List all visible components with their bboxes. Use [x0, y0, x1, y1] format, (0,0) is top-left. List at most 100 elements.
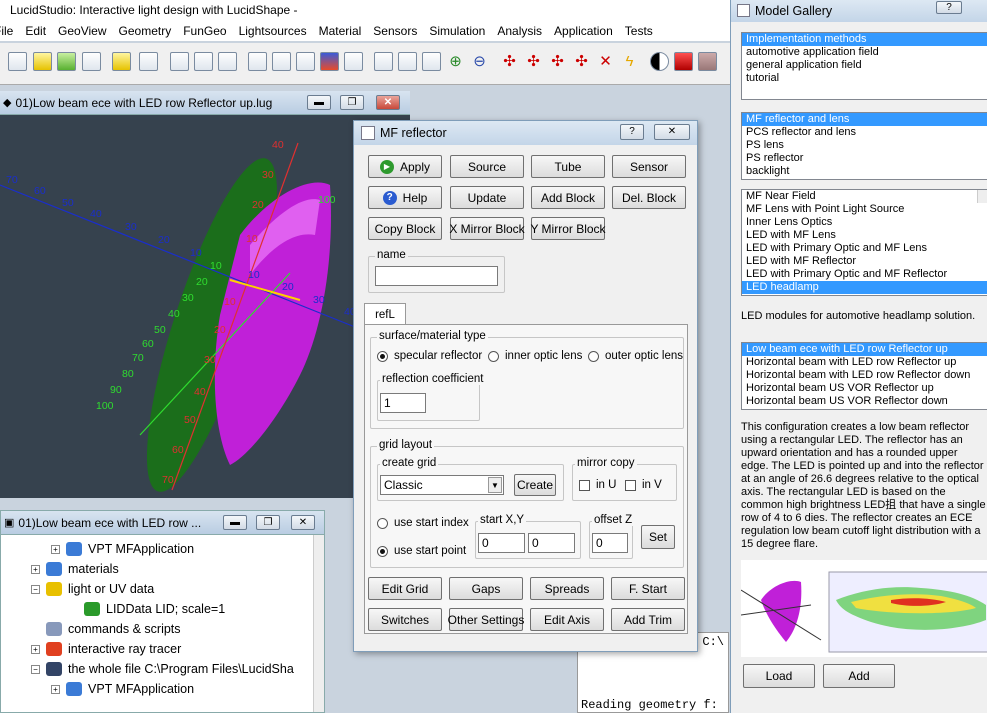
list-item[interactable]: PS lens: [742, 139, 987, 152]
list-item[interactable]: Horizontal beam with LED row Reflector u…: [742, 356, 987, 369]
menu-lightsources[interactable]: Lightsources: [233, 24, 313, 38]
tree-item[interactable]: + VPT MFApplication: [51, 539, 194, 559]
add-block-button[interactable]: Add Block: [531, 186, 605, 209]
tree-item[interactable]: + interactive ray tracer: [31, 639, 181, 659]
sensor-button[interactable]: Sensor: [612, 155, 686, 178]
name-input[interactable]: [375, 266, 498, 286]
radio-use-start-index[interactable]: use start index: [377, 517, 469, 529]
axis-tool-icon[interactable]: ✣: [500, 52, 519, 71]
menu-tests[interactable]: Tests: [619, 24, 659, 38]
tree-minimize-button[interactable]: ▬: [223, 515, 247, 530]
radio-outer-optic-lens[interactable]: outer optic lens: [588, 350, 683, 362]
list-item[interactable]: Implementation methods: [742, 33, 987, 46]
other-settings-button[interactable]: Other Settings: [448, 608, 524, 631]
list-item[interactable]: LED with MF Reflector: [742, 255, 987, 268]
close-button[interactable]: ✕: [376, 95, 400, 110]
window-cascade-icon[interactable]: [170, 52, 189, 71]
tree-item[interactable]: + materials: [31, 559, 119, 579]
start-y-input[interactable]: 0: [528, 533, 575, 553]
list-item[interactable]: Horizontal beam US VOR Reflector up: [742, 382, 987, 395]
zoom-box-icon[interactable]: [422, 52, 441, 71]
tree-close-button[interactable]: ✕: [291, 515, 315, 530]
tree-item[interactable]: LIDData LID; scale=1: [69, 599, 225, 619]
menu-file[interactable]: File: [0, 24, 19, 38]
menu-simulation[interactable]: Simulation: [423, 24, 491, 38]
tree-scrollbar[interactable]: [313, 535, 324, 712]
chevron-down-icon[interactable]: ▼: [488, 477, 502, 493]
list-item[interactable]: Inner Lens Optics: [742, 216, 987, 229]
start-x-input[interactable]: 0: [478, 533, 525, 553]
list-item[interactable]: automotive application field: [742, 46, 987, 59]
radio-use-start-point[interactable]: use start point: [377, 545, 466, 557]
model-type-scrollbar[interactable]: [977, 190, 987, 203]
menu-fungeo[interactable]: FunGeo: [177, 24, 232, 38]
edit-axis-button[interactable]: Edit Axis: [530, 608, 604, 631]
radio-specular-reflector[interactable]: specular reflector: [377, 350, 482, 362]
list-item[interactable]: Horizontal beam with LED row Reflector d…: [742, 369, 987, 382]
list-item[interactable]: Low beam ece with LED row Reflector up: [742, 343, 987, 356]
list-item[interactable]: MF reflector and lens: [742, 113, 987, 126]
folder-icon[interactable]: [112, 52, 131, 71]
window-tile-horizontal-icon[interactable]: [218, 52, 237, 71]
x-mirror-block-button[interactable]: X Mirror Block: [449, 217, 525, 240]
menu-geometry[interactable]: Geometry: [113, 24, 178, 38]
list-item[interactable]: Horizontal beam US VOR Reflector down: [742, 395, 987, 408]
move-icon[interactable]: ✣: [572, 52, 591, 71]
expand-toggle-icon[interactable]: +: [51, 684, 60, 694]
switches-button[interactable]: Switches: [368, 608, 442, 631]
tree-item[interactable]: commands & scripts: [31, 619, 181, 639]
dialog-close-button[interactable]: ✕: [654, 124, 690, 140]
expand-toggle-icon[interactable]: +: [31, 644, 40, 654]
list-item[interactable]: LED with Primary Optic and MF Reflector: [742, 268, 987, 281]
list-item[interactable]: backlight: [742, 165, 987, 178]
help-button[interactable]: ? Help: [368, 186, 442, 209]
expand-toggle-icon[interactable]: +: [51, 544, 60, 554]
offset-z-input[interactable]: 0: [592, 533, 628, 553]
texture-icon[interactable]: [698, 52, 717, 71]
menu-edit[interactable]: Edit: [19, 24, 52, 38]
menu-material[interactable]: Material: [313, 24, 368, 38]
gallery-model-type-list[interactable]: MF Near Field MF Lens with Point Light So…: [741, 189, 987, 296]
tree-item[interactable]: − light or UV data: [31, 579, 154, 599]
tree-item[interactable]: − the whole file C:\Program Files\LucidSh…: [31, 659, 294, 679]
add-button[interactable]: Add: [823, 664, 895, 688]
list-item[interactable]: PS reflector: [742, 152, 987, 165]
copy-block-button[interactable]: Copy Block: [368, 217, 442, 240]
list-item[interactable]: general application field: [742, 59, 987, 72]
create-button[interactable]: Create: [514, 474, 556, 496]
add-trim-button[interactable]: Add Trim: [611, 608, 685, 631]
set-button[interactable]: Set: [641, 525, 675, 549]
menu-analysis[interactable]: Analysis: [491, 24, 548, 38]
source-button[interactable]: Source: [450, 155, 524, 178]
menu-sensors[interactable]: Sensors: [367, 24, 423, 38]
list-item[interactable]: LED with Primary Optic and MF Lens: [742, 242, 987, 255]
expand-toggle-icon[interactable]: −: [31, 664, 40, 674]
rotate-icon[interactable]: ✣: [548, 52, 567, 71]
reflection-coefficient-input[interactable]: 1: [380, 393, 426, 413]
gallery-help-button[interactable]: ?: [936, 1, 962, 14]
print-icon[interactable]: [139, 52, 158, 71]
expand-toggle-icon[interactable]: −: [31, 584, 40, 594]
tab-refl[interactable]: refL: [364, 303, 406, 325]
zoom-out-icon[interactable]: ⊖: [470, 52, 489, 71]
add-icon[interactable]: [57, 52, 76, 71]
list-item[interactable]: MF Lens with Point Light Source: [742, 203, 987, 216]
f-start-button[interactable]: F. Start: [611, 577, 685, 600]
contrast-icon[interactable]: [650, 52, 669, 71]
load-button[interactable]: Load: [743, 664, 815, 688]
false-color-icon[interactable]: [320, 52, 339, 71]
list-item[interactable]: MF Near Field: [742, 190, 987, 203]
gallery-model-list[interactable]: Low beam ece with LED row Reflector up Ho…: [741, 342, 987, 410]
checkbox-in-u[interactable]: in U: [579, 479, 616, 491]
zoom-in-icon[interactable]: ⊕: [446, 52, 465, 71]
measure-icon[interactable]: ✣: [524, 52, 543, 71]
radio-inner-optic-lens[interactable]: inner optic lens: [488, 350, 582, 362]
page-icon[interactable]: [374, 52, 393, 71]
update-button[interactable]: Update: [450, 186, 524, 209]
fit-view-icon[interactable]: [398, 52, 417, 71]
del-block-button[interactable]: Del. Block: [612, 186, 686, 209]
checkbox-in-v[interactable]: in V: [625, 479, 662, 491]
solid-color-icon[interactable]: [674, 52, 693, 71]
tree-restore-button[interactable]: ❐: [256, 515, 280, 530]
report-icon[interactable]: [344, 52, 363, 71]
